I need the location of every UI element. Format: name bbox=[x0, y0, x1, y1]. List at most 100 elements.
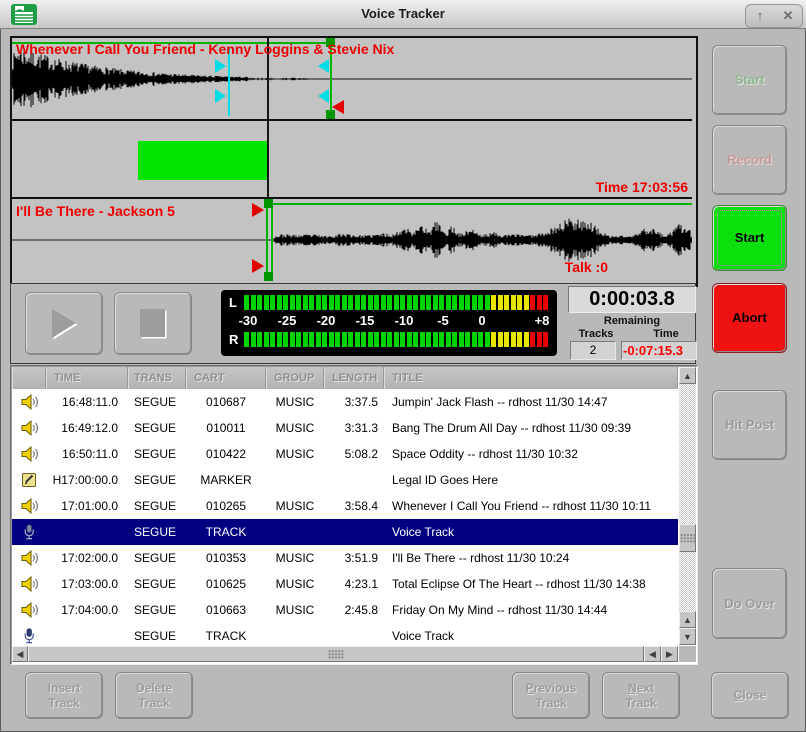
playhead-line bbox=[267, 121, 269, 197]
start-previous-button[interactable]: Start bbox=[712, 45, 787, 115]
segue-handle-bottom[interactable] bbox=[264, 272, 273, 281]
play-button[interactable] bbox=[25, 292, 103, 355]
scroll-down-icon[interactable]: ▼ bbox=[679, 628, 696, 645]
segue-handle-top[interactable] bbox=[264, 199, 273, 208]
meter-segment bbox=[283, 332, 288, 347]
meter-segment bbox=[465, 295, 470, 310]
fadedown-marker-top[interactable] bbox=[215, 59, 226, 73]
log-row[interactable]: 16:50:11.0SEGUE010422MUSIC5:08.2Space Od… bbox=[12, 441, 678, 467]
start-next-button[interactable]: Start bbox=[712, 205, 787, 271]
cell-length: 2:45.8 bbox=[324, 597, 384, 623]
meter-segment bbox=[517, 295, 522, 310]
fadedown-marker-bottom[interactable] bbox=[215, 89, 226, 103]
segue-start-line-a[interactable] bbox=[266, 199, 268, 281]
vertical-scrollbar[interactable]: ▲ ▲ ▼ bbox=[679, 367, 696, 645]
meter-segment bbox=[524, 332, 529, 347]
vertical-scroll-thumb[interactable] bbox=[679, 524, 696, 552]
cell-trans: SEGUE bbox=[128, 571, 186, 597]
scroll-right-icon[interactable]: ▶ bbox=[661, 646, 678, 662]
log-row[interactable]: 17:03:00.0SEGUE010625MUSIC4:23.1Total Ec… bbox=[12, 571, 678, 597]
end-marker[interactable] bbox=[332, 100, 344, 114]
previous-track-button[interactable]: PreviousTrack bbox=[512, 672, 590, 719]
column-header-cart[interactable]: CART bbox=[186, 367, 266, 389]
meter-segment bbox=[368, 295, 373, 310]
log-table-header[interactable]: TIMETRANSCARTGROUPLENGTHTITLE bbox=[12, 367, 678, 389]
horizontal-scrollbar[interactable]: ◀ ◀ ▶ bbox=[12, 646, 678, 662]
meter-segment bbox=[381, 295, 386, 310]
meter-segment bbox=[478, 332, 483, 347]
column-header-trans[interactable]: TRANS bbox=[128, 367, 186, 389]
voicetrack-lane[interactable]: Time 17:03:56 bbox=[12, 121, 692, 199]
fadedown-marker-line[interactable] bbox=[228, 48, 230, 116]
maximize-button[interactable]: ↑ bbox=[748, 6, 772, 26]
column-header-time[interactable]: TIME bbox=[46, 367, 128, 389]
scroll-left-icon[interactable]: ◀ bbox=[644, 646, 661, 662]
cell-time: 17:02:00.0 bbox=[46, 545, 128, 571]
log-row[interactable]: 17:02:00.0SEGUE010353MUSIC3:51.9I'll Be … bbox=[12, 545, 678, 571]
do-over-button[interactable]: Do Over bbox=[712, 568, 787, 639]
cell-group: MUSIC bbox=[266, 493, 324, 519]
meter-segment bbox=[511, 295, 516, 310]
meter-scale-label: -20 bbox=[317, 313, 336, 328]
cell-time: 16:49:12.0 bbox=[46, 415, 128, 441]
fade-marker-bottom[interactable] bbox=[318, 89, 329, 103]
scroll-left-icon[interactable]: ◀ bbox=[12, 646, 28, 662]
cell-cart: TRACK bbox=[186, 519, 266, 545]
meter-segment bbox=[465, 332, 470, 347]
cell-time: 17:03:00.0 bbox=[46, 571, 128, 597]
horizontal-scroll-thumb[interactable] bbox=[28, 646, 644, 662]
segue-start-line-b[interactable] bbox=[271, 199, 273, 281]
column-header-length[interactable]: LENGTH bbox=[324, 367, 384, 389]
meter-segment bbox=[472, 332, 477, 347]
voicetrack-segue-block[interactable] bbox=[138, 141, 269, 180]
cell-title: Whenever I Call You Friend -- rdhost 11/… bbox=[384, 493, 678, 519]
record-button[interactable]: Record bbox=[712, 125, 787, 195]
log-row[interactable]: 16:49:12.0SEGUE010011MUSIC3:31.3Bang The… bbox=[12, 415, 678, 441]
meter-segment bbox=[270, 295, 275, 310]
cell-time: 17:01:00.0 bbox=[46, 493, 128, 519]
fade-marker-top[interactable] bbox=[318, 59, 329, 73]
scroll-up-icon[interactable]: ▲ bbox=[679, 611, 696, 628]
log-row[interactable]: SEGUETRACKVoice Track bbox=[12, 623, 678, 646]
scroll-up-icon[interactable]: ▲ bbox=[679, 367, 696, 384]
meter-segment bbox=[387, 332, 392, 347]
meter-segment bbox=[459, 295, 464, 310]
column-header-group[interactable]: GROUP bbox=[266, 367, 324, 389]
column-header-icon[interactable] bbox=[12, 367, 46, 389]
log-row[interactable]: 17:04:00.0SEGUE010663MUSIC2:45.8Friday O… bbox=[12, 597, 678, 623]
insert-track-button[interactable]: InsertTrack bbox=[25, 672, 103, 719]
meter-segment bbox=[400, 332, 405, 347]
close-window-button[interactable]: ✕ bbox=[776, 6, 800, 26]
waveform-track-next[interactable]: I'll Be There - Jackson 5 Talk :0 bbox=[12, 199, 692, 281]
next-track-button[interactable]: NextTrack bbox=[602, 672, 680, 719]
meter-segment bbox=[342, 295, 347, 310]
track2-start-marker-top[interactable] bbox=[252, 203, 264, 217]
column-header-title[interactable]: TITLE bbox=[384, 367, 678, 389]
log-row[interactable]: 17:01:00.0SEGUE010265MUSIC3:58.4Whenever… bbox=[12, 493, 678, 519]
waveform-track-previous[interactable]: Whenever I Call You Friend - Kenny Loggi… bbox=[12, 38, 692, 121]
log-row[interactable]: H17:00:00.0SEGUEMARKERLegal ID Goes Here bbox=[12, 467, 678, 493]
stop-button[interactable] bbox=[114, 292, 192, 355]
remaining-tracks-label: Tracks bbox=[571, 328, 621, 340]
meter-segment bbox=[355, 295, 360, 310]
waveform-editor: Whenever I Call You Friend - Kenny Loggi… bbox=[10, 36, 698, 287]
hit-post-button[interactable]: Hit Post bbox=[712, 390, 787, 460]
meter-segment bbox=[277, 332, 282, 347]
cell-time: 17:04:00.0 bbox=[46, 597, 128, 623]
speaker-icon bbox=[12, 415, 46, 441]
meter-segment bbox=[361, 295, 366, 310]
track2-start-marker-bottom[interactable] bbox=[252, 259, 264, 273]
cell-trans: SEGUE bbox=[128, 597, 186, 623]
abort-button[interactable]: Abort bbox=[712, 283, 787, 353]
delete-track-button[interactable]: DeleteTrack bbox=[115, 672, 193, 719]
close-button[interactable]: Close bbox=[711, 672, 789, 719]
meter-segment bbox=[485, 295, 490, 310]
meter-segment bbox=[309, 295, 314, 310]
log-row[interactable]: 16:48:11.0SEGUE010687MUSIC3:37.5Jumpin' … bbox=[12, 389, 678, 415]
log-row[interactable]: SEGUETRACKVoice Track bbox=[12, 519, 678, 545]
vu-right-bar bbox=[244, 332, 548, 347]
remaining-tracks-value: 2 bbox=[570, 341, 616, 360]
cell-group: MUSIC bbox=[266, 441, 324, 467]
meter-segment bbox=[498, 295, 503, 310]
cell-group: MUSIC bbox=[266, 571, 324, 597]
